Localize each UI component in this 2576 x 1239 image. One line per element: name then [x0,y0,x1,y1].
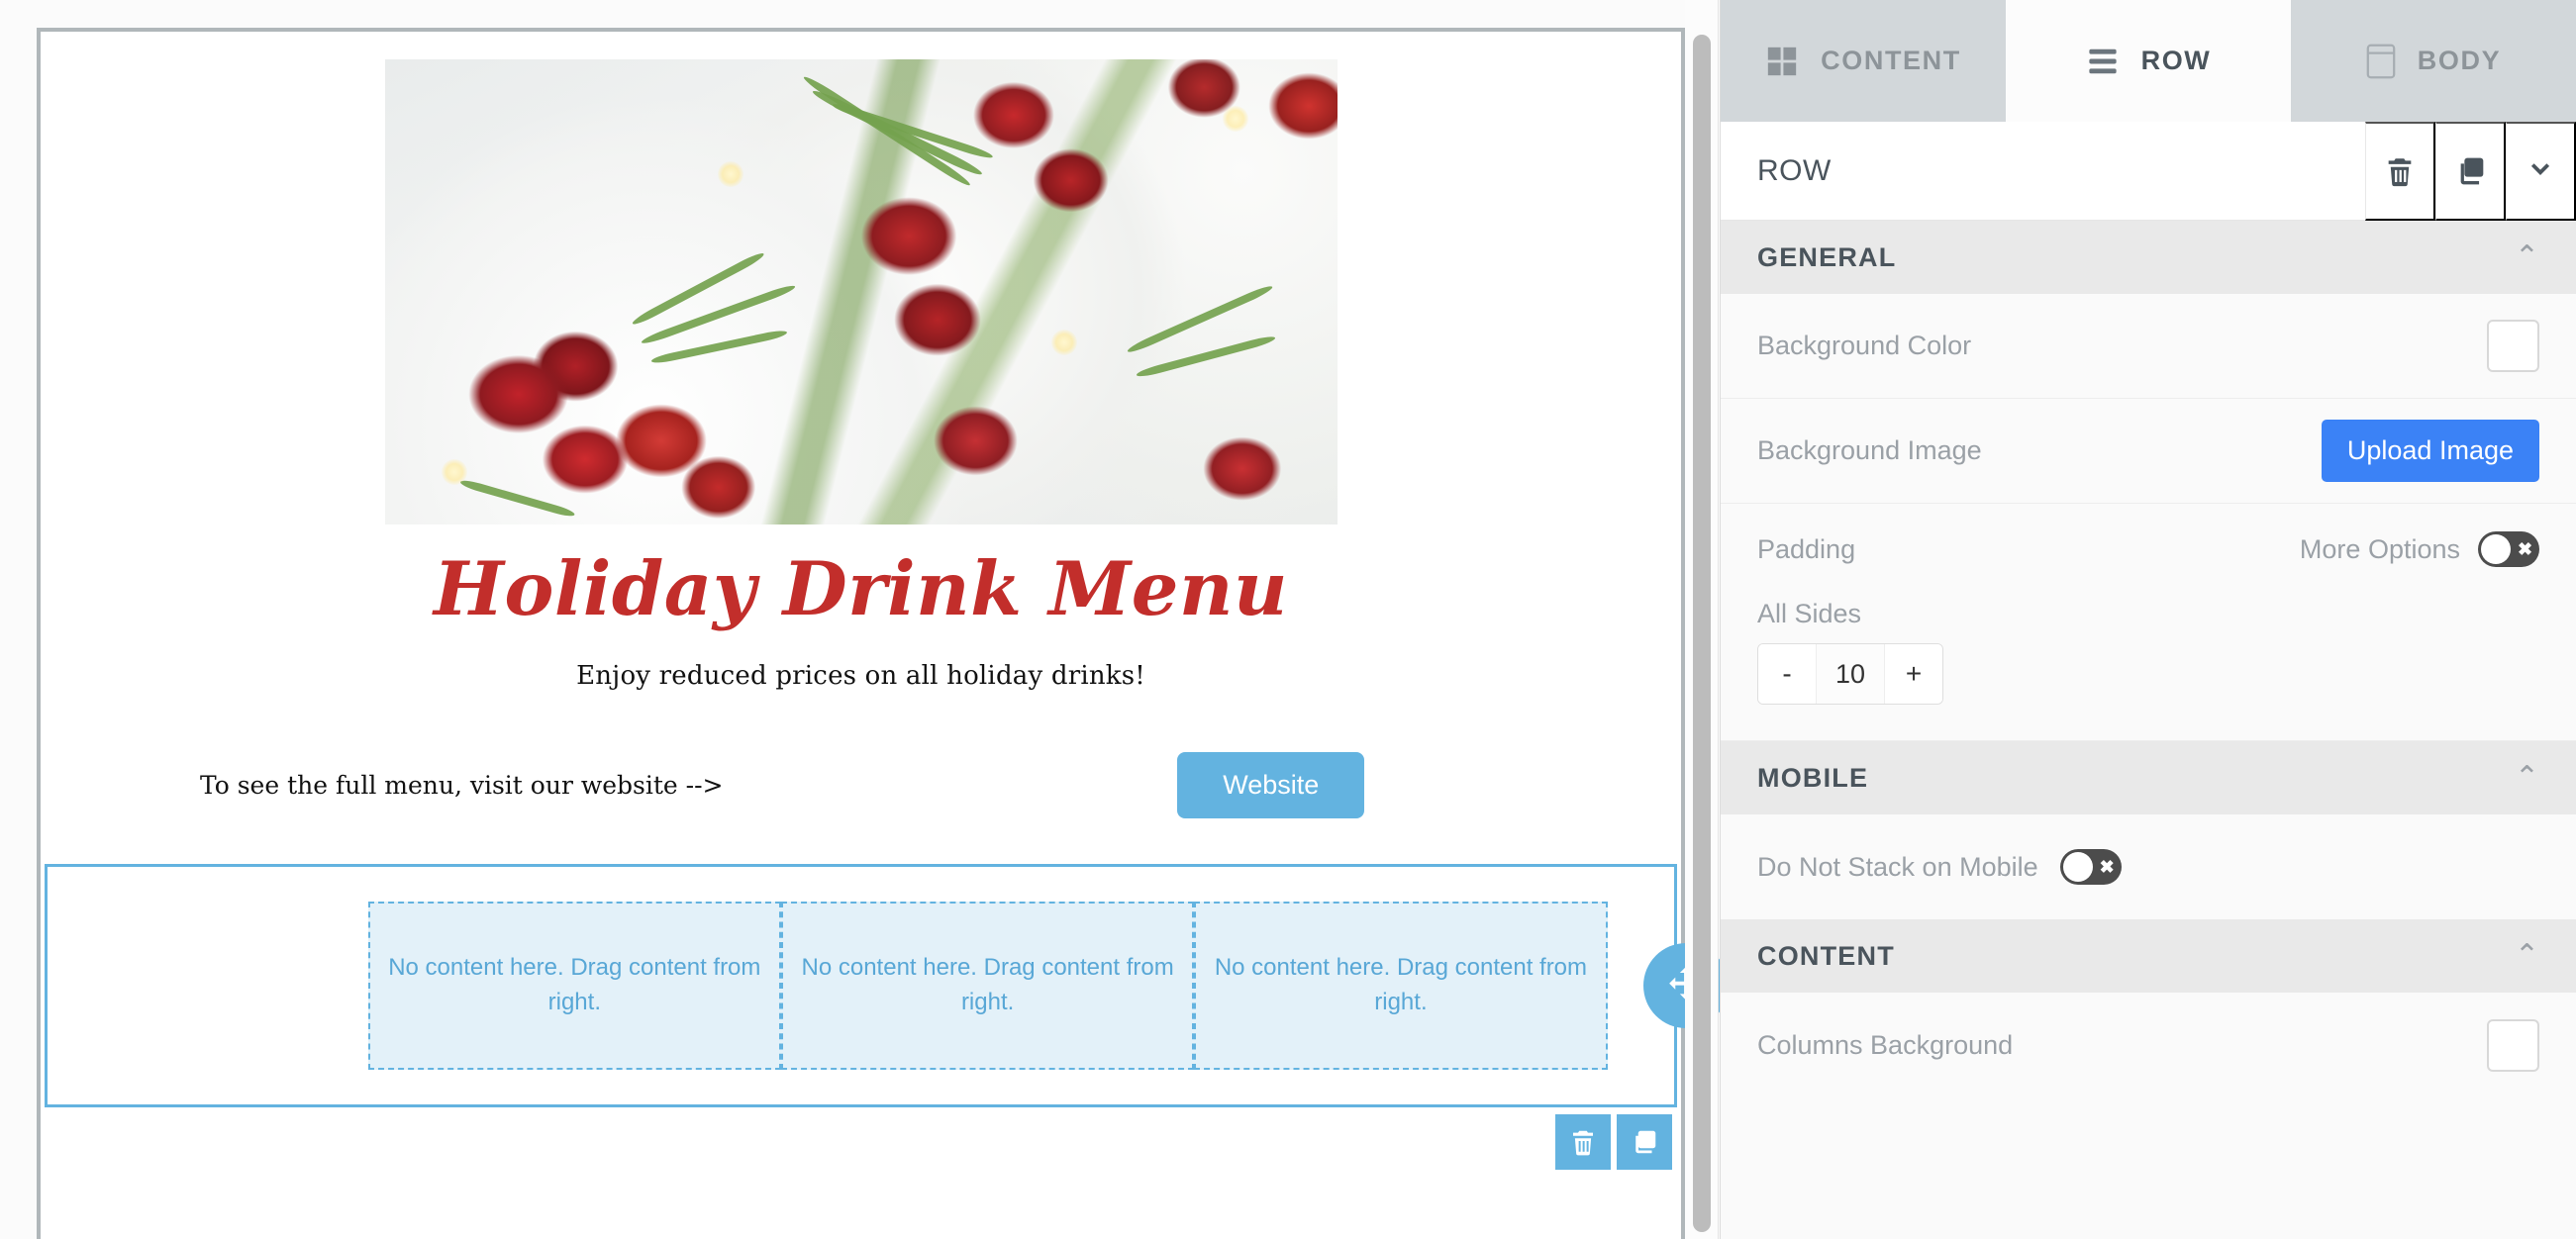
do-not-stack-toggle[interactable]: ✖ [2059,849,2122,885]
toggle-off-icon: ✖ [2518,539,2533,559]
padding-increment-button[interactable]: + [1885,644,1942,704]
chevron-up-icon: ⌃ [2514,240,2539,273]
sidebar-panel: ROW GENERAL ⌃ Background Color Backgroun… [1721,122,2576,1239]
more-options-toggle[interactable]: ✖ [2478,531,2539,567]
more-options-label: More Options [2299,533,2460,564]
sidebar-tabs: CONTENT ROW BODY [1721,0,2576,122]
header-duplicate-row-button[interactable] [2435,122,2506,221]
padding-stepper: - 10 + [1757,643,1943,705]
duplicate-row-button[interactable] [1617,1114,1672,1171]
cta-button-cell: Website [861,751,1682,819]
padding-value[interactable]: 10 [1816,644,1885,704]
email-sheet: Holiday Drink Menu Enjoy reduced prices … [37,28,1720,1239]
header-delete-row-button[interactable] [2365,122,2435,221]
background-color-label: Background Color [1757,331,1972,360]
section-header-mobile[interactable]: MOBILE ⌃ [1721,741,2576,814]
header-collapse-button[interactable] [2506,122,2576,221]
row-action-toolbar [1555,1114,1672,1171]
field-background-color: Background Color [1721,294,2576,399]
chevron-up-icon: ⌃ [2514,939,2539,972]
section-mobile-label: MOBILE [1757,762,1869,793]
padding-decrement-button[interactable]: - [1758,644,1816,704]
background-image-label: Background Image [1757,435,1982,465]
cta-text[interactable]: To see the full menu, visit our website … [41,771,861,800]
row-settings-sidebar: CONTENT ROW BODY ROW GENERAL ⌃ Backgroun… [1685,0,2576,1239]
sidebar-scrollbar-thumb[interactable] [1693,35,1711,1232]
all-sides-label: All Sides [1757,599,1862,628]
field-background-image: Background Image Upload Image [1721,399,2576,504]
chevron-down-icon [2530,162,2550,175]
row-settings-title: ROW [1757,153,1832,187]
field-padding: Padding More Options ✖ All Sides - 10 + [1721,504,2576,741]
do-not-stack-control: Do Not Stack on Mobile ✖ [1757,849,2122,885]
do-not-stack-label: Do Not Stack on Mobile [1757,851,2038,882]
section-header-content[interactable]: CONTENT ⌃ [1721,919,2576,993]
section-content-label: CONTENT [1757,940,1895,971]
background-color-swatch[interactable] [2487,320,2539,372]
cta-row: To see the full menu, visit our website … [41,691,1681,819]
chevron-up-icon: ⌃ [2514,761,2539,794]
tab-body[interactable]: BODY [2291,0,2576,122]
toggle-knob [2481,534,2511,564]
columns-background-swatch[interactable] [2487,1018,2539,1072]
tab-row-label: ROW [2140,46,2212,75]
field-columns-background: Columns Background [1721,993,2576,1097]
website-button[interactable]: Website [1177,751,1365,819]
email-title-row: Holiday Drink Menu [41,524,1681,633]
email-subtitle-row: Enjoy reduced prices on all holiday drin… [41,633,1681,691]
email-subtitle[interactable]: Enjoy reduced prices on all holiday drin… [41,661,1681,691]
drop-zone-column-2[interactable]: No content here. Drag content from right… [780,902,1195,1071]
trash-icon [1573,1130,1593,1156]
trash-icon [2388,157,2412,186]
column-empty-spacer [48,867,368,1104]
section-general-label: GENERAL [1757,241,1897,272]
sidebar-scrollbar[interactable] [1685,0,1719,1239]
hero-image-row [41,32,1681,524]
toggle-knob [2062,852,2093,882]
delete-row-button[interactable] [1555,1114,1611,1171]
row-columns: No content here. Drag content from right… [48,867,1674,1104]
tab-content[interactable]: CONTENT [1721,0,2006,122]
email-title[interactable]: Holiday Drink Menu [41,549,1681,629]
padding-header-line: Padding More Options ✖ [1757,504,2539,595]
toggle-off-icon: ✖ [2099,857,2115,877]
section-header-general[interactable]: GENERAL ⌃ [1721,221,2576,294]
grid-icon [1767,47,1797,75]
email-editor-app: Holiday Drink Menu Enjoy reduced prices … [0,0,2576,1239]
columns-background-label: Columns Background [1757,1029,2014,1060]
tab-content-label: CONTENT [1821,46,1961,75]
tab-body-label: BODY [2417,46,2502,75]
field-do-not-stack: Do Not Stack on Mobile ✖ [1721,814,2576,919]
selected-row[interactable]: No content here. Drag content from right… [45,864,1720,1171]
padding-label: Padding [1757,533,1856,564]
email-canvas-area: Holiday Drink Menu Enjoy reduced prices … [0,0,1720,1239]
hero-image[interactable] [384,59,1338,524]
tab-row[interactable]: ROW [2006,0,2291,122]
drop-zone-column-3[interactable]: No content here. Drag content from right… [1194,902,1608,1071]
email-body: Holiday Drink Menu Enjoy reduced prices … [41,32,1720,1171]
upload-image-button[interactable]: Upload Image [2321,420,2539,482]
rows-icon [2088,48,2117,73]
copy-icon [2460,157,2484,184]
body-icon [2366,44,2396,78]
drop-zone-column-1[interactable]: No content here. Drag content from right… [367,902,781,1071]
row-settings-header: ROW [1721,122,2576,221]
copy-icon [1635,1130,1656,1154]
